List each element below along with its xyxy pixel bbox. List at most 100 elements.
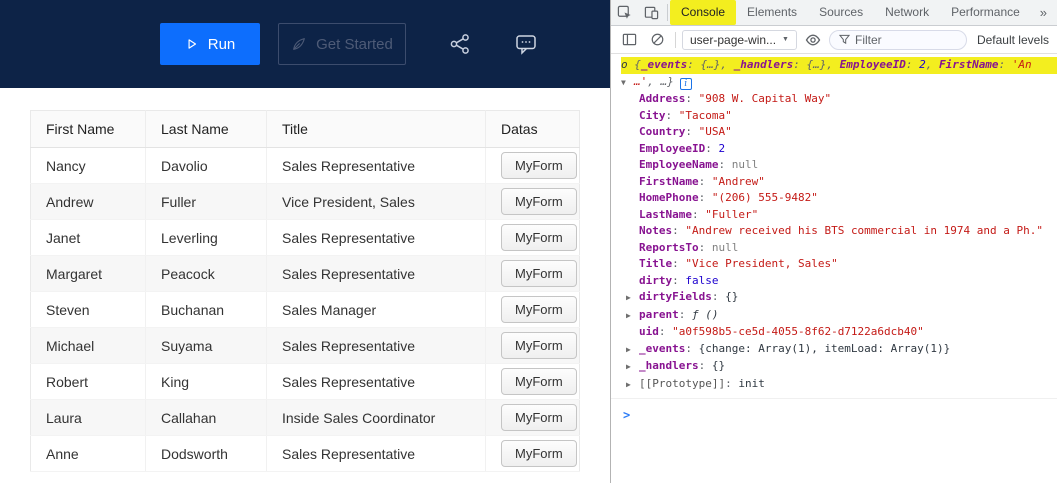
preview-token: : xyxy=(793,58,806,71)
filter-input[interactable] xyxy=(855,33,955,47)
grid-cell: Nancy xyxy=(31,148,146,184)
property-colon: : xyxy=(718,158,731,171)
more-tabs-button[interactable]: » xyxy=(1032,0,1055,25)
console-object-preview-line2: ▼…', …}i xyxy=(621,74,1057,92)
run-button[interactable]: Run xyxy=(160,23,260,65)
preview-token: _events xyxy=(641,58,687,71)
tab-console[interactable]: Console xyxy=(670,0,736,25)
tab-elements[interactable]: Elements xyxy=(736,0,808,25)
myform-button[interactable]: MyForm xyxy=(501,296,577,323)
grid-cell: King xyxy=(146,364,267,400)
get-started-button[interactable]: Get Started xyxy=(278,23,406,65)
share-button[interactable] xyxy=(448,31,472,57)
tab-performance[interactable]: Performance xyxy=(940,0,1031,25)
table-row[interactable]: JanetLeverlingSales RepresentativeMyForm xyxy=(31,220,580,256)
property-key: Country xyxy=(639,125,685,138)
myform-button[interactable]: MyForm xyxy=(501,260,577,287)
grid-cell: Anne xyxy=(31,436,146,472)
console-property[interactable]: ▶dirtyFields: {} xyxy=(621,289,1057,307)
inspect-element-button[interactable] xyxy=(611,0,638,25)
clear-console-button[interactable] xyxy=(645,29,669,51)
console-property: Address: "908 W. Capital Way" xyxy=(621,91,1057,108)
table-row[interactable]: MichaelSuyamaSales RepresentativeMyForm xyxy=(31,328,580,364)
console-property[interactable]: ▶_handlers: {} xyxy=(621,358,1057,376)
table-row[interactable]: AndrewFullerVice President, SalesMyForm xyxy=(31,184,580,220)
eye-icon xyxy=(805,32,821,48)
info-icon: i xyxy=(680,78,692,90)
myform-button[interactable]: MyForm xyxy=(501,440,577,467)
get-started-label: Get Started xyxy=(316,36,393,53)
console-property[interactable]: ▶[[Prototype]]: init xyxy=(621,376,1057,394)
table-row[interactable]: AnneDodsworthSales RepresentativeMyForm xyxy=(31,436,580,472)
console-property: Country: "USA" xyxy=(621,124,1057,141)
grid-cell: Suyama xyxy=(146,328,267,364)
console-output: o {_events: {…}, _handlers: {…}, Employe… xyxy=(611,54,1057,425)
console-property: uid: "a0f598b5-ce5d-4055-8f62-d7122a6dcb… xyxy=(621,324,1057,341)
table-row[interactable]: LauraCallahanInside Sales CoordinatorMyF… xyxy=(31,400,580,436)
property-colon: : xyxy=(666,109,679,122)
property-value: {} xyxy=(725,290,738,303)
preview-token: _handlers xyxy=(734,58,794,71)
property-value: null xyxy=(732,158,759,171)
sidebar-panel-icon xyxy=(622,32,637,47)
chat-icon xyxy=(514,32,538,56)
property-colon: : xyxy=(685,92,698,105)
column-header[interactable]: Title xyxy=(267,111,486,148)
console-property[interactable]: ▶_events: {change: Array(1), itemLoad: A… xyxy=(621,341,1057,359)
grid-action-cell: MyForm xyxy=(486,436,580,472)
console-property: EmployeeID: 2 xyxy=(621,141,1057,158)
table-row[interactable]: MargaretPeacockSales RepresentativeMyFor… xyxy=(31,256,580,292)
grid-cell: Andrew xyxy=(31,184,146,220)
grid-cell: Buchanan xyxy=(146,292,267,328)
device-toolbar-button[interactable] xyxy=(638,0,665,25)
collapse-arrow-icon[interactable]: ▼ xyxy=(621,75,634,92)
console-object-preview-line1[interactable]: o {_events: {…}, _handlers: {…}, Employe… xyxy=(621,57,1057,74)
column-header[interactable]: First Name xyxy=(31,111,146,148)
property-colon: : xyxy=(685,342,698,355)
grid-cell: Peacock xyxy=(146,256,267,292)
table-row[interactable]: NancyDavolioSales RepresentativeMyForm xyxy=(31,148,580,184)
preview-token: FirstName xyxy=(939,58,999,71)
grid-cell: Sales Representative xyxy=(267,148,486,184)
preview-token: { xyxy=(634,58,641,71)
console-property: Title: "Vice President, Sales" xyxy=(621,256,1057,273)
context-label: user-page-win... xyxy=(690,33,776,47)
expand-arrow-icon[interactable]: ▶ xyxy=(626,308,639,325)
console-sidebar-toggle-button[interactable] xyxy=(617,29,641,51)
myform-button[interactable]: MyForm xyxy=(501,368,577,395)
console-property[interactable]: ▶parent: ƒ () xyxy=(621,307,1057,325)
property-value: "USA" xyxy=(699,125,732,138)
execution-context-selector[interactable]: user-page-win... ▼ xyxy=(682,30,797,50)
myform-button[interactable]: MyForm xyxy=(501,332,577,359)
myform-button[interactable]: MyForm xyxy=(501,404,577,431)
filter-box[interactable] xyxy=(829,30,967,50)
toolbar-separator xyxy=(675,32,676,48)
expand-arrow-icon[interactable]: ▶ xyxy=(626,377,639,394)
feedback-button[interactable] xyxy=(514,31,538,57)
myform-button[interactable]: MyForm xyxy=(501,224,577,251)
column-header[interactable]: Datas xyxy=(486,111,580,148)
property-colon: : xyxy=(685,125,698,138)
column-header[interactable]: Last Name xyxy=(146,111,267,148)
property-value: 2 xyxy=(718,142,725,155)
expand-arrow-icon[interactable]: ▶ xyxy=(626,359,639,376)
property-key: ReportsTo xyxy=(639,241,699,254)
expand-arrow-icon[interactable]: ▶ xyxy=(626,290,639,307)
table-row[interactable]: StevenBuchananSales ManagerMyForm xyxy=(31,292,580,328)
myform-button[interactable]: MyForm xyxy=(501,152,577,179)
property-key: LastName xyxy=(639,208,692,221)
property-value: {} xyxy=(712,359,725,372)
console-prompt[interactable]: > xyxy=(611,399,1057,425)
log-levels-button[interactable]: Default levels xyxy=(977,33,1049,47)
console-property: EmployeeName: null xyxy=(621,157,1057,174)
expand-arrow-icon[interactable]: ▶ xyxy=(626,342,639,359)
tab-sources[interactable]: Sources xyxy=(808,0,874,25)
grid-cell: Laura xyxy=(31,400,146,436)
grid-cell: Margaret xyxy=(31,256,146,292)
table-row[interactable]: RobertKingSales RepresentativeMyForm xyxy=(31,364,580,400)
grid-cell: Sales Representative xyxy=(267,436,486,472)
tab-network[interactable]: Network xyxy=(874,0,940,25)
clear-console-icon xyxy=(650,32,665,47)
myform-button[interactable]: MyForm xyxy=(501,188,577,215)
live-expression-button[interactable] xyxy=(801,29,825,51)
